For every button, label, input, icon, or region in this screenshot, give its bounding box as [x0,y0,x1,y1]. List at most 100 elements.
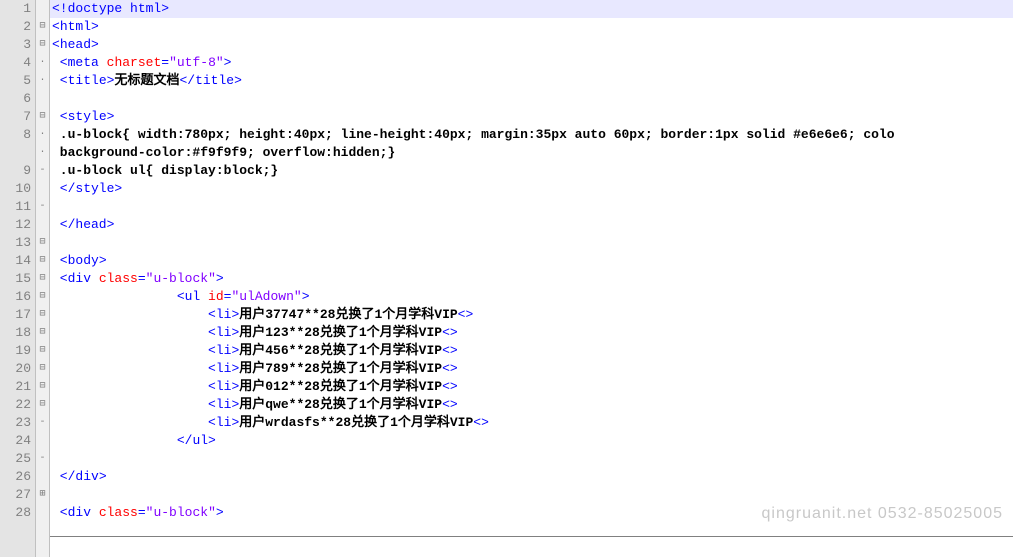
token-attr: class [99,505,138,520]
token-sel: .u-block{ width:780px; height:40px; line… [52,127,895,142]
fold-marker[interactable]: ⊟ [36,270,49,288]
code-area[interactable]: <!doctype html><html><head> <meta charse… [50,0,1013,557]
code-line[interactable]: <meta charset="utf-8"> [50,54,1013,72]
code-line[interactable]: <ul id="ulAdown"> [50,288,1013,306]
token-tag: html [60,19,91,34]
code-line[interactable]: <div class="u-block"> [50,504,1013,522]
token-txt: 用户789**28兑换了1个月学科VIP [239,361,442,376]
line-number: 22 [0,396,31,414]
line-number: 15 [0,270,31,288]
token-tag: head [60,37,91,52]
token-sel: background-color:#f9f9f9; overflow:hidde… [52,145,395,160]
fold-marker[interactable]: ⊟ [36,18,49,36]
token-sel: .u-block ul{ display:block;} [52,163,278,178]
code-line[interactable]: <li>用户qwe**28兑换了1个月学科VIP<> [50,396,1013,414]
token-txt: 无标题文档 [114,73,179,88]
token-lt: < [52,307,216,322]
fold-column[interactable]: ⊟⊟··⊟··--⊟⊟⊟⊟⊟⊟⊟⊟⊟⊟--⊞ [36,0,50,557]
token-tag: li [216,343,232,358]
code-line[interactable] [50,450,1013,468]
code-line[interactable]: <li>用户123**28兑换了1个月学科VIP<> [50,324,1013,342]
token-tag: div [68,505,91,520]
line-number: 14 [0,252,31,270]
token-txt: 用户wrdasfs**28兑换了1个月学科VIP [239,415,473,430]
line-number: 4 [0,54,31,72]
fold-marker [36,180,49,198]
token-txt: 用户qwe**28兑换了1个月学科VIP [239,397,442,412]
token-lt: > [224,55,232,70]
token-lt: <> [442,361,458,376]
fold-marker[interactable]: ⊟ [36,342,49,360]
line-number: 18 [0,324,31,342]
token-lt: > [99,469,107,484]
token-tag: doctype html [68,1,162,16]
fold-marker[interactable]: ⊟ [36,108,49,126]
token-tag [200,289,208,304]
token-lt: = [161,55,169,70]
token-lt: <> [442,343,458,358]
code-line[interactable]: <div class="u-block"> [50,270,1013,288]
token-lt: < [52,37,60,52]
line-number: 17 [0,306,31,324]
line-number: 9 [0,162,31,180]
line-number: 3 [0,36,31,54]
token-lt: > [302,289,310,304]
fold-marker[interactable]: ⊟ [36,306,49,324]
token-tag: li [216,325,232,340]
code-line[interactable]: <li>用户wrdasfs**28兑换了1个月学科VIP<> [50,414,1013,432]
token-lt: < [52,19,60,34]
code-line[interactable]: <body> [50,252,1013,270]
code-line[interactable]: <li>用户012**28兑换了1个月学科VIP<> [50,378,1013,396]
code-line[interactable] [50,198,1013,216]
code-line[interactable] [50,486,1013,504]
token-str: "utf-8" [169,55,224,70]
fold-marker[interactable]: ⊟ [36,396,49,414]
fold-marker[interactable]: ⊟ [36,324,49,342]
token-lt: > [107,109,115,124]
line-number: 11 [0,198,31,216]
code-line[interactable]: <li>用户789**28兑换了1个月学科VIP<> [50,360,1013,378]
code-line[interactable]: </div> [50,468,1013,486]
token-lt: <! [52,1,68,16]
code-editor[interactable]: 1234567891011121314151617181920212223242… [0,0,1013,557]
token-lt: < [52,325,216,340]
code-line[interactable]: <style> [50,108,1013,126]
code-line[interactable]: <html> [50,18,1013,36]
code-line[interactable]: <li>用户456**28兑换了1个月学科VIP<> [50,342,1013,360]
code-line[interactable]: </ul> [50,432,1013,450]
line-number: 26 [0,468,31,486]
fold-marker [36,504,49,522]
fold-marker [36,468,49,486]
token-lt: < [52,289,185,304]
fold-marker[interactable]: ⊟ [36,234,49,252]
fold-marker[interactable]: ⊟ [36,378,49,396]
code-line[interactable]: background-color:#f9f9f9; overflow:hidde… [50,144,1013,162]
code-line[interactable]: <!doctype html> [50,0,1013,18]
fold-marker[interactable]: ⊟ [36,288,49,306]
line-number: 10 [0,180,31,198]
code-line[interactable]: <head> [50,36,1013,54]
code-line[interactable]: .u-block ul{ display:block;} [50,162,1013,180]
fold-marker[interactable]: ⊞ [36,486,49,504]
token-lt: <> [458,307,474,322]
fold-marker[interactable]: ⊟ [36,252,49,270]
code-line[interactable] [50,90,1013,108]
code-line[interactable] [50,234,1013,252]
fold-marker[interactable]: ⊟ [36,360,49,378]
fold-marker: · [36,126,49,144]
code-line[interactable]: <li>用户37747**28兑换了1个月学科VIP<> [50,306,1013,324]
line-number: 6 [0,90,31,108]
token-txt: 用户012**28兑换了1个月学科VIP [239,379,442,394]
code-line[interactable]: </style> [50,180,1013,198]
token-attr: id [208,289,224,304]
token-txt: 用户123**28兑换了1个月学科VIP [239,325,442,340]
code-line[interactable]: .u-block{ width:780px; height:40px; line… [50,126,1013,144]
token-lt: < [52,397,216,412]
token-tag: style [68,109,107,124]
fold-marker[interactable]: ⊟ [36,36,49,54]
code-line[interactable]: </head> [50,216,1013,234]
code-line[interactable]: <title>无标题文档</title> [50,72,1013,90]
token-tag [99,55,107,70]
token-str: "u-block" [146,271,216,286]
line-number: 16 [0,288,31,306]
